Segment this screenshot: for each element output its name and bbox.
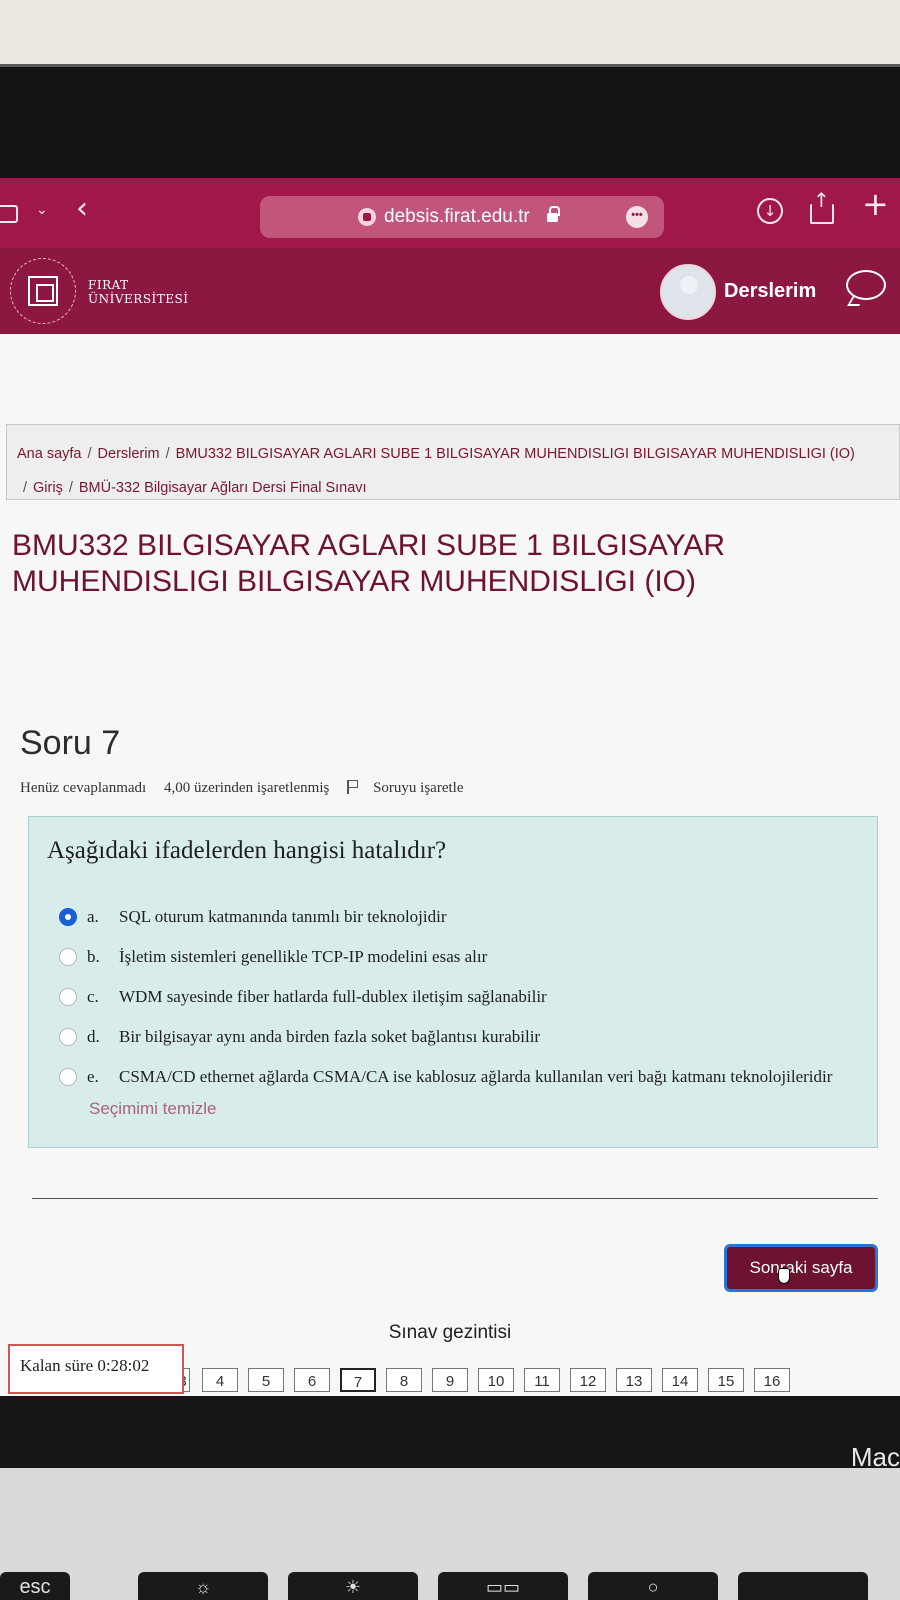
next-page-button[interactable]: Sonraki sayfa bbox=[724, 1244, 878, 1292]
answer-option-b[interactable]: b. İşletim sistemleri genellikle TCP-IP … bbox=[57, 945, 857, 977]
quiz-nav-item-current[interactable]: 7 bbox=[340, 1368, 376, 1392]
quiz-nav-item[interactable]: 6 bbox=[294, 1368, 330, 1392]
new-tab-icon[interactable]: + bbox=[862, 188, 889, 220]
lock-icon bbox=[547, 206, 560, 222]
time-remaining: Kalan süre 0:28:02 bbox=[8, 1344, 184, 1394]
chat-bubble-icon[interactable] bbox=[846, 270, 886, 300]
answer-text: Bir bilgisayar aynı anda birden fazla so… bbox=[119, 1027, 541, 1046]
site-header: FIRAT ÜNİVERSİTESİ Derslerim bbox=[0, 248, 900, 334]
background-wall bbox=[0, 0, 900, 72]
more-icon[interactable]: ••• bbox=[626, 206, 648, 228]
university-seal-logo[interactable] bbox=[10, 258, 76, 324]
breadcrumb-home[interactable]: Ana sayfa bbox=[17, 446, 82, 462]
quiz-nav-item[interactable]: 14 bbox=[662, 1368, 698, 1392]
breadcrumb: Ana sayfa / Derslerim / BMU332 BILGISAYAR AG… bbox=[6, 424, 900, 500]
radio-b[interactable] bbox=[59, 948, 77, 966]
answer-option-c[interactable]: c. WDM sayesinde fiber hatlarda full-dub… bbox=[57, 985, 857, 1017]
clear-selection-link[interactable]: Seçimimi temizle bbox=[89, 1099, 217, 1119]
flag-icon bbox=[347, 780, 359, 794]
brightness-up-key: ☀ bbox=[288, 1572, 418, 1600]
divider bbox=[32, 1198, 878, 1199]
flag-question-link[interactable]: Soruyu işaretle bbox=[347, 780, 477, 796]
breadcrumb-my-courses[interactable]: Derslerim bbox=[98, 446, 160, 462]
address-bar[interactable]: debsis.firat.edu.tr ••• bbox=[260, 196, 664, 238]
radio-e[interactable] bbox=[59, 1068, 77, 1086]
quiz-navigation-title: Sınav gezintisi bbox=[388, 1322, 512, 1343]
question-text: Aşağıdaki ifadelerden hangisi hatalıdır? bbox=[47, 837, 447, 864]
sidebar-toggle-icon[interactable] bbox=[0, 205, 18, 223]
laptop-bezel-bottom bbox=[0, 1396, 900, 1468]
question-mark: 4,00 üzerinden işaretlenmiş bbox=[163, 780, 330, 796]
browser-screen: ⌄ ‹ debsis.firat.edu.tr ••• ↓ + FIRAT ÜN… bbox=[0, 178, 900, 1398]
brightness-down-key: ☼ bbox=[138, 1572, 268, 1600]
radio-c[interactable] bbox=[59, 988, 77, 1006]
answer-text: SQL oturum katmanında tanımlı bir teknol… bbox=[119, 907, 447, 926]
answer-text: CSMA/CD ethernet ağlarda CSMA/CA ise kab… bbox=[119, 1067, 833, 1086]
breadcrumb-section[interactable]: Giriş bbox=[33, 480, 63, 496]
quiz-navigation: 345678910111213141516 bbox=[176, 1368, 800, 1392]
question-info: Henüz cevaplanmadı 4,00 üzerinden işaret… bbox=[20, 778, 491, 797]
question-status: Henüz cevaplanmadı bbox=[20, 780, 147, 796]
dictation-key bbox=[738, 1572, 868, 1600]
answer-list: a. SQL oturum katmanında tanımlı bir tek… bbox=[57, 905, 857, 1105]
quiz-nav-item[interactable]: 11 bbox=[524, 1368, 560, 1392]
breadcrumb-course[interactable]: BMU332 BILGISAYAR AGLARI SUBE 1 BILGISAY… bbox=[176, 446, 855, 462]
radio-d[interactable] bbox=[59, 1028, 77, 1046]
answer-letter: d. bbox=[87, 1027, 100, 1046]
hand-cursor-icon bbox=[778, 1268, 790, 1284]
esc-key: esc bbox=[0, 1572, 70, 1600]
answer-text: İşletim sistemleri genellikle TCP-IP mod… bbox=[119, 947, 488, 966]
answer-option-d[interactable]: d. Bir bilgisayar aynı anda birden fazla… bbox=[57, 1025, 857, 1057]
question-box: Aşağıdaki ifadelerden hangisi hatalıdır?… bbox=[28, 816, 878, 1148]
mission-control-key: ▭▭ bbox=[438, 1572, 568, 1600]
share-icon[interactable] bbox=[810, 188, 834, 224]
quiz-nav-item[interactable]: 13 bbox=[616, 1368, 652, 1392]
back-arrow-icon[interactable]: ‹ bbox=[76, 194, 88, 224]
answer-letter: c. bbox=[87, 987, 99, 1006]
quiz-nav-item[interactable]: 8 bbox=[386, 1368, 422, 1392]
download-icon[interactable]: ↓ bbox=[757, 198, 783, 224]
spotlight-key: ○ bbox=[588, 1572, 718, 1600]
site-favicon-icon bbox=[358, 208, 376, 226]
breadcrumb-quiz[interactable]: BMÜ-332 Bilgisayar Ağları Dersi Final Sı… bbox=[79, 480, 367, 496]
chevron-down-icon[interactable]: ⌄ bbox=[36, 202, 48, 218]
quiz-nav-item[interactable]: 9 bbox=[432, 1368, 468, 1392]
user-menu-label[interactable]: Derslerim bbox=[724, 280, 816, 303]
quiz-nav-item[interactable]: 10 bbox=[478, 1368, 514, 1392]
user-avatar[interactable] bbox=[660, 264, 716, 320]
answer-option-e[interactable]: e. CSMA/CD ethernet ağlarda CSMA/CA ise … bbox=[57, 1065, 857, 1097]
browser-toolbar: ⌄ ‹ debsis.firat.edu.tr ••• ↓ + bbox=[0, 178, 900, 248]
quiz-nav-item[interactable]: 16 bbox=[754, 1368, 790, 1392]
page-title: BMU332 BILGISAYAR AGLARI SUBE 1 BILGISAY… bbox=[12, 529, 726, 598]
quiz-nav-item[interactable]: 5 bbox=[248, 1368, 284, 1392]
url-text: debsis.firat.edu.tr bbox=[384, 206, 530, 227]
answer-text: WDM sayesinde fiber hatlarda full-dublex… bbox=[119, 987, 547, 1006]
university-name[interactable]: FIRAT ÜNİVERSİTESİ bbox=[88, 278, 189, 306]
answer-letter: b. bbox=[87, 947, 100, 966]
answer-option-a[interactable]: a. SQL oturum katmanında tanımlı bir tek… bbox=[57, 905, 857, 937]
quiz-nav-item[interactable]: 15 bbox=[708, 1368, 744, 1392]
laptop-bezel-top bbox=[0, 64, 900, 180]
radio-a[interactable] bbox=[59, 908, 77, 926]
quiz-nav-item[interactable]: 12 bbox=[570, 1368, 606, 1392]
question-number: Soru 7 bbox=[20, 724, 121, 762]
quiz-nav-item[interactable]: 4 bbox=[202, 1368, 238, 1392]
answer-letter: e. bbox=[87, 1067, 99, 1086]
answer-letter: a. bbox=[87, 907, 99, 926]
